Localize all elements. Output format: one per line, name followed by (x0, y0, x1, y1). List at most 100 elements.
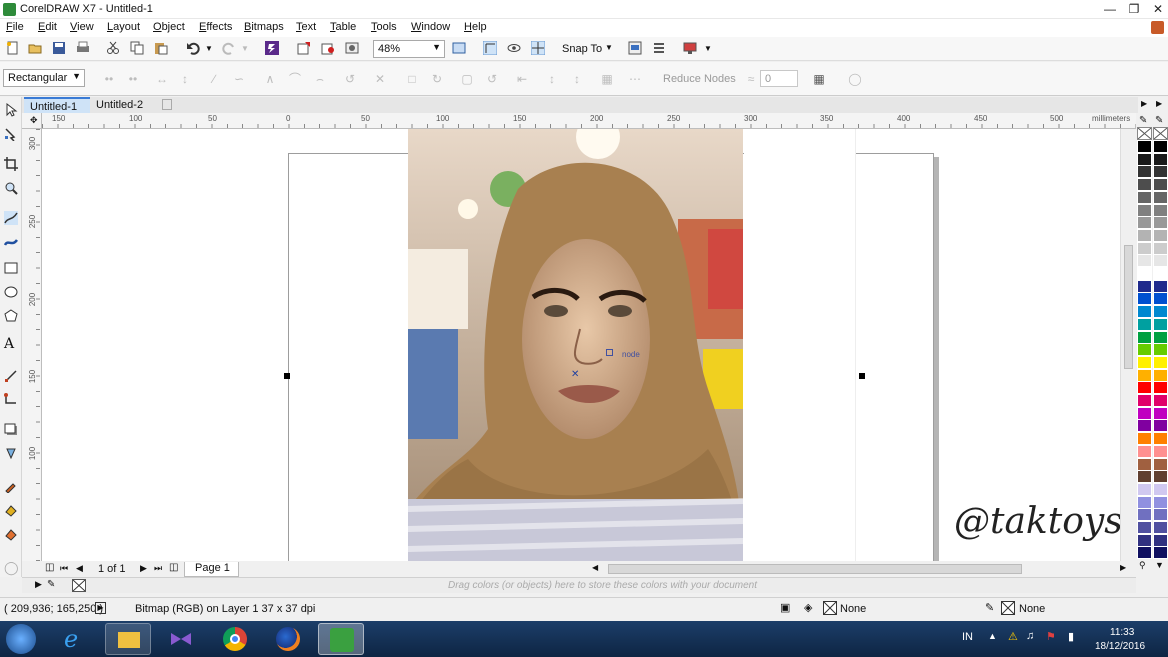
extend-curve-icon[interactable]: ✕ (373, 72, 387, 86)
menu-tools[interactable]: Tools (371, 21, 397, 33)
horizontal-scroll-thumb[interactable] (608, 564, 1022, 574)
action-center-flag-icon[interactable]: ⚑ (1046, 630, 1056, 643)
palette-swatch[interactable] (1153, 279, 1168, 293)
status-expand-icon[interactable]: ▶ (95, 602, 106, 614)
firefox-icon[interactable] (265, 623, 311, 655)
redo-icon[interactable] (222, 41, 236, 55)
palette-swatch[interactable] (1153, 140, 1168, 153)
palette-swatch[interactable] (1153, 355, 1168, 369)
palette-swatch[interactable] (1137, 381, 1152, 395)
previous-page-icon[interactable]: ◀ (76, 563, 83, 574)
clock-date[interactable]: 18/12/2016 (1095, 641, 1145, 652)
convert-to-line-icon[interactable]: ∕ (207, 72, 221, 86)
reflect-horizontal-icon[interactable]: ⇤ (515, 72, 529, 86)
new-document-icon[interactable] (6, 41, 20, 55)
text-tool-icon[interactable]: A (4, 337, 18, 351)
interactive-fill-tool-icon[interactable] (4, 503, 18, 517)
add-node-icon[interactable]: •• (102, 72, 116, 86)
palette-swatch[interactable] (1137, 546, 1152, 560)
page-tab-1[interactable]: Page 1 (184, 562, 239, 577)
language-indicator[interactable]: IN (962, 631, 973, 643)
palette-swatch[interactable] (1153, 292, 1168, 306)
clock-time[interactable]: 11:33 (1110, 627, 1134, 638)
file-explorer-icon[interactable] (105, 623, 151, 655)
menu-bitmaps[interactable]: Bitmaps (244, 21, 284, 33)
vertical-scroll-thumb[interactable] (1124, 245, 1133, 369)
quick-customize-toolbox-icon[interactable]: ◯ (4, 560, 19, 575)
close-icon[interactable]: ✕ (1146, 0, 1168, 19)
vertical-scrollbar[interactable] (1120, 129, 1136, 561)
reflect-vertical-icon[interactable]: ↕ (545, 72, 559, 86)
cusp-node-icon[interactable]: ∧ (263, 72, 277, 86)
palette-swatch[interactable] (1137, 406, 1152, 420)
palette-swatch[interactable] (1153, 330, 1168, 344)
palette-swatch[interactable] (1153, 482, 1168, 496)
palette-swatch[interactable] (1137, 140, 1152, 153)
add-page-after-icon[interactable]: ◫ (169, 562, 178, 573)
palette-swatch[interactable] (1137, 419, 1152, 433)
shape-tool-icon[interactable] (4, 127, 18, 141)
palette-swatch[interactable] (1153, 254, 1168, 268)
zoom-level-select[interactable]: 48% ▼ (373, 40, 445, 58)
align-nodes-icon[interactable]: ▢ (460, 72, 474, 86)
snap-to-dropdown-icon[interactable]: ▼ (605, 43, 613, 52)
quick-customize-icon[interactable]: ◯ (848, 72, 862, 86)
palette-swatch[interactable] (1153, 432, 1168, 446)
document-palette-eyedropper-icon[interactable]: ✎ (47, 579, 55, 590)
palette-swatch[interactable] (1153, 241, 1168, 255)
menu-layout[interactable]: Layout (107, 21, 140, 33)
document-palette-expand-icon[interactable]: ▶ (35, 579, 42, 590)
palette-swatch[interactable] (1137, 216, 1152, 230)
palette-swatch[interactable] (1153, 228, 1168, 242)
polygon-tool-icon[interactable] (4, 309, 18, 323)
palette-swatch[interactable] (1137, 254, 1152, 268)
palette-swatch[interactable] (1153, 343, 1168, 357)
application-launcher-icon[interactable] (652, 41, 666, 55)
open-icon[interactable] (28, 41, 42, 55)
zoom-icon[interactable]: ⚲ (1139, 560, 1146, 571)
ruler-origin[interactable]: ✥ (22, 113, 42, 129)
outline-pen-icon[interactable]: ✎ (985, 601, 994, 614)
palette-swatch[interactable] (1153, 470, 1168, 484)
palette-swatch[interactable] (1153, 394, 1168, 407)
chrome-icon[interactable] (212, 623, 258, 655)
symmetrical-node-icon[interactable]: ⌢ (313, 72, 327, 86)
reflect-nodes-icon[interactable]: ↺ (485, 72, 499, 86)
show-grid-icon[interactable] (507, 41, 521, 55)
document-palette[interactable]: ▶ ✎ Drag colors (or objects) here to sto… (22, 577, 1136, 593)
internet-explorer-icon[interactable]: e (52, 623, 98, 655)
welcome-screen-icon[interactable] (683, 41, 697, 55)
palette-swatch[interactable] (1137, 533, 1152, 547)
drawing-canvas[interactable]: node ✕ @taktoys (42, 129, 1136, 561)
palette-swatch[interactable] (1137, 330, 1152, 344)
select-all-nodes-grid-icon[interactable]: ▦ (812, 72, 826, 86)
drop-shadow-tool-icon[interactable] (4, 423, 18, 437)
transparency-tool-icon[interactable] (4, 447, 18, 461)
palette-swatch[interactable] (1137, 317, 1152, 331)
save-icon[interactable] (52, 41, 66, 55)
menu-edit[interactable]: Edit (38, 21, 57, 33)
stretch-nodes-icon[interactable]: □ (405, 72, 419, 86)
snap-to-button[interactable]: Snap To (562, 43, 602, 55)
palette-swatch[interactable] (1137, 190, 1152, 204)
search-content-icon[interactable] (265, 41, 279, 55)
next-page-icon[interactable]: ▶ (140, 563, 147, 574)
outline-swatch[interactable] (1001, 601, 1015, 615)
copy-icon[interactable] (130, 41, 144, 55)
palette-swatch[interactable] (1153, 419, 1168, 433)
show-hidden-icons-icon[interactable]: ▲ (988, 631, 997, 641)
menu-text[interactable]: Text (296, 21, 316, 33)
minimize-icon[interactable]: — (1098, 0, 1122, 19)
palette-swatch[interactable] (1153, 165, 1168, 179)
palette-scroll-right-icon-2[interactable]: ▶ (1156, 99, 1162, 108)
options-icon[interactable] (628, 41, 642, 55)
palette-swatch[interactable] (1153, 444, 1168, 458)
smart-fill-tool-icon[interactable] (4, 527, 18, 541)
break-curve-icon[interactable]: ↕ (178, 72, 192, 86)
palette-swatch[interactable] (1153, 368, 1168, 382)
palette-swatch[interactable] (1137, 279, 1152, 293)
tab-untitled-2[interactable]: Untitled-2 (90, 97, 158, 113)
menu-effects[interactable]: Effects (199, 21, 232, 33)
freehand-tool-icon[interactable] (4, 211, 18, 225)
show-rulers-icon[interactable] (483, 41, 497, 55)
